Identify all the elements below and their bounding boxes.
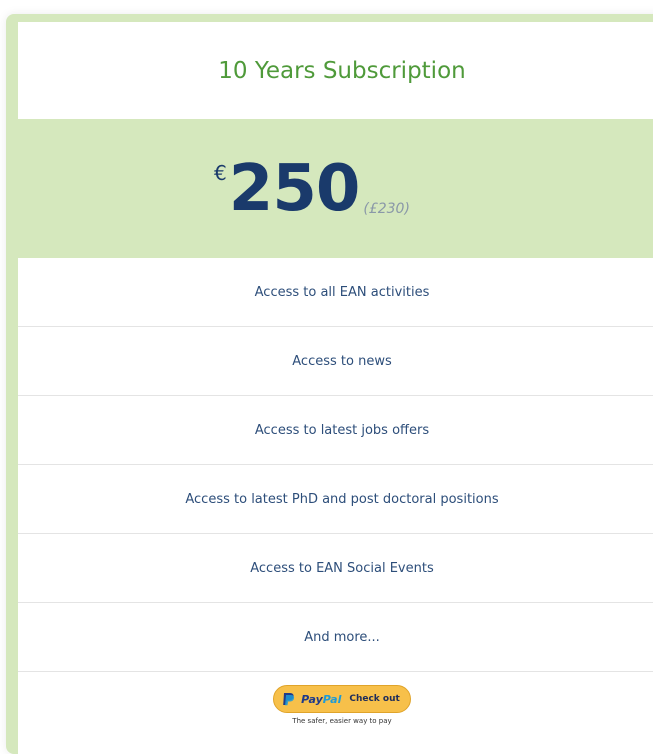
paypal-icon xyxy=(283,693,295,706)
paypal-wordmark-pal: Pal xyxy=(322,692,342,706)
feature-item: And more... xyxy=(18,603,653,672)
pricing-card: 10 Years Subscription € 250 (£230) Acces… xyxy=(6,14,653,754)
paypal-checkout-button[interactable]: PayPal Check out xyxy=(273,685,411,713)
feature-item: Access to latest PhD and post doctoral p… xyxy=(18,465,653,534)
feature-item: Access to latest jobs offers xyxy=(18,396,653,465)
feature-item: Access to EAN Social Events xyxy=(18,534,653,603)
feature-list: Access to all EAN activities Access to n… xyxy=(18,258,653,672)
paypal-checkout: PayPal Check out The safer, easier way t… xyxy=(18,672,653,732)
paypal-checkout-label: Check out xyxy=(349,694,400,704)
currency-symbol: € xyxy=(214,160,227,185)
plan-header: 10 Years Subscription xyxy=(18,22,653,119)
feature-item: Access to news xyxy=(18,327,653,396)
price: € 250 (£230) xyxy=(214,157,410,221)
pricing-card-body: 10 Years Subscription € 250 (£230) Acces… xyxy=(18,22,653,754)
price-band: € 250 (£230) xyxy=(18,119,653,258)
alt-price: (£230) xyxy=(363,200,410,217)
price-amount: 250 xyxy=(228,151,361,226)
plan-title: 10 Years Subscription xyxy=(218,57,466,84)
paypal-tagline: The safer, easier way to pay xyxy=(292,717,392,725)
paypal-wordmark-pay: Pay xyxy=(301,692,323,706)
paypal-wordmark: PayPal xyxy=(301,693,341,706)
feature-item: Access to all EAN activities xyxy=(18,258,653,327)
